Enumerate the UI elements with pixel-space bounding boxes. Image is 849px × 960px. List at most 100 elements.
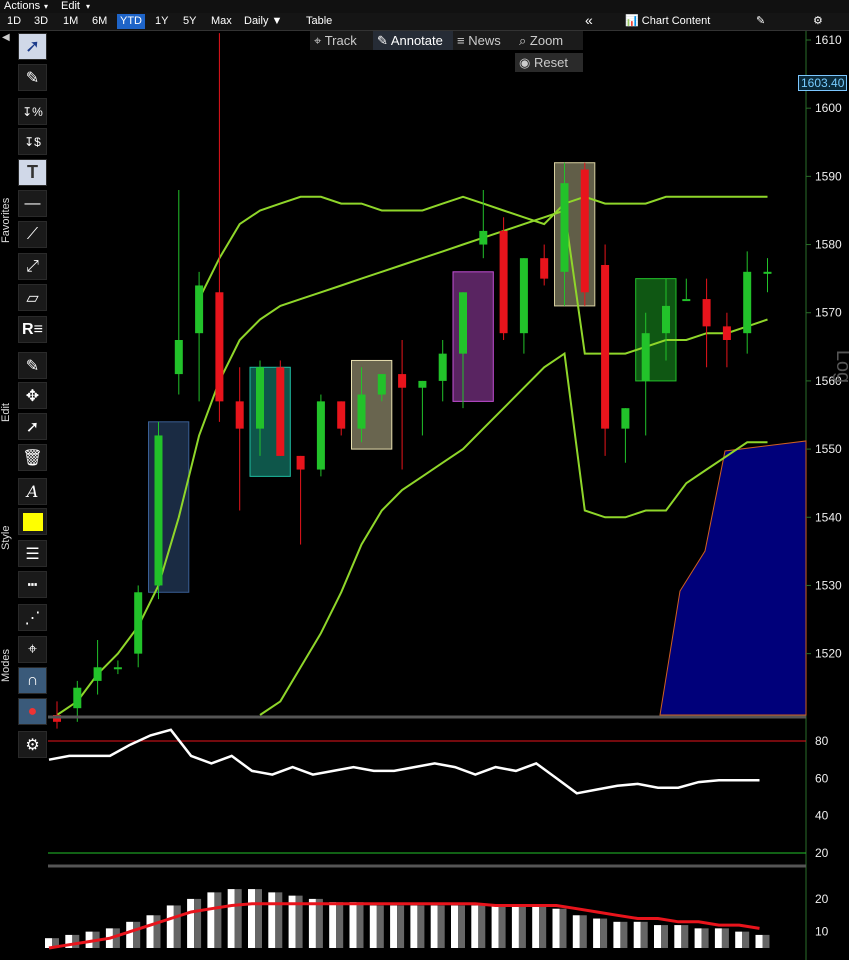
collapse-left-icon[interactable]: ◀ xyxy=(2,32,10,43)
font-tool[interactable]: A xyxy=(18,478,47,505)
range-1m[interactable]: 1M xyxy=(60,14,81,29)
pointer-tool[interactable]: ➚ xyxy=(18,33,47,60)
dotted-line-icon: ⋰ xyxy=(24,609,41,627)
reset-button[interactable]: ◉ Reset xyxy=(515,53,583,72)
rsi-tick-label: 20 xyxy=(815,846,829,860)
candle-body xyxy=(296,455,305,470)
news-button[interactable]: ≡ News xyxy=(453,31,521,50)
horizontal-line-tool[interactable]: — xyxy=(18,190,47,217)
style-section-label: Style xyxy=(0,525,12,550)
collapse-icon[interactable]: « xyxy=(582,13,596,28)
macd-bar xyxy=(613,921,621,948)
zoom-button[interactable]: ⌕ Zoom xyxy=(515,31,583,50)
move-tool[interactable]: ✥ xyxy=(18,382,47,409)
candle-body xyxy=(560,183,569,272)
settings-gear-icon[interactable]: ⚙ xyxy=(810,14,826,29)
macd-bar-shade xyxy=(194,898,202,948)
macd-bar-shade xyxy=(173,905,181,948)
color-dots-tool[interactable]: ● xyxy=(18,698,47,725)
line-style-tool[interactable]: ┅ xyxy=(18,571,47,598)
candle-body xyxy=(398,374,407,388)
candle-body xyxy=(134,592,143,654)
edit-menu[interactable]: Edit xyxy=(61,0,80,12)
macd-bar-shade xyxy=(133,921,141,948)
macd-bar-shade xyxy=(681,925,689,948)
chart-area[interactable]: 1520153015401550156015701580159016001610… xyxy=(0,31,849,960)
crosshair-mode-tool[interactable]: ⌖ xyxy=(18,636,47,663)
candle-body xyxy=(276,367,285,456)
price-tick-label: 1570 xyxy=(815,306,842,320)
macd-bar xyxy=(654,925,661,948)
macd-bar-shade xyxy=(356,902,364,948)
hline-icon: — xyxy=(24,194,41,212)
settings-tool[interactable]: ⚙ xyxy=(18,731,47,758)
candle-body xyxy=(621,408,630,429)
candle-body xyxy=(641,333,650,381)
macd-bar-shade xyxy=(336,902,344,948)
candle-body xyxy=(377,374,386,395)
period-label: Daily xyxy=(244,15,269,27)
macd-bar xyxy=(491,905,499,948)
text-tool[interactable]: T xyxy=(18,159,47,186)
channel-tool[interactable]: ▱ xyxy=(18,284,47,311)
edit-pencil-icon[interactable]: ✎ xyxy=(753,14,768,29)
candle-body xyxy=(73,687,82,709)
macd-bar xyxy=(146,915,154,948)
candle-body xyxy=(357,394,366,429)
range-3d[interactable]: 3D xyxy=(31,14,51,29)
italic-a-icon: A xyxy=(26,482,39,501)
price-tick-label: 1600 xyxy=(815,101,842,115)
candle-body xyxy=(459,292,467,354)
last-price-label: 1603.40 xyxy=(798,75,848,91)
track-button[interactable]: ⌖ Track xyxy=(310,31,379,50)
macd-bar xyxy=(126,921,134,948)
dotted-tool[interactable]: ⋰ xyxy=(18,604,47,631)
actions-menu[interactable]: Actions xyxy=(4,0,40,12)
ray-tool[interactable]: ⤢ xyxy=(18,253,47,280)
annotate-button[interactable]: ✎ Annotate xyxy=(373,31,459,50)
candle-body xyxy=(93,667,102,681)
period-select[interactable]: Daily ▼ xyxy=(241,14,285,29)
dollar-tool[interactable]: ↧$ xyxy=(18,128,47,155)
candle-body xyxy=(763,271,772,274)
chart-content-button[interactable]: 📊 Chart Content xyxy=(622,14,713,29)
chart-content-label: Chart Content xyxy=(641,15,711,27)
color-tool[interactable] xyxy=(18,508,47,535)
macd-bar-shade xyxy=(600,918,608,948)
cloud-area xyxy=(659,440,807,716)
macd-bar-shade xyxy=(742,931,750,948)
macd-bar xyxy=(410,905,418,948)
news-label: News xyxy=(468,33,501,48)
draw-tool[interactable]: ✎ xyxy=(18,64,47,91)
log-scale-label[interactable]: Log xyxy=(831,350,849,383)
caret-down-icon: ▾ xyxy=(86,2,91,11)
range-1d[interactable]: 1D xyxy=(4,14,24,29)
range-max[interactable]: Max xyxy=(208,14,235,29)
candle-body xyxy=(743,271,752,334)
delete-tool[interactable]: 🗑 xyxy=(18,444,47,471)
range-6m[interactable]: 6M xyxy=(89,14,110,29)
candle-body xyxy=(256,367,264,429)
select-tool[interactable]: ➚ xyxy=(18,413,47,440)
price-tick-label: 1530 xyxy=(815,578,842,592)
news-icon: ≡ xyxy=(457,33,465,48)
range-ytd[interactable]: YTD xyxy=(117,14,145,29)
dollar-arrow-icon: ↧$ xyxy=(24,134,41,149)
line-width-tool[interactable]: ☰ xyxy=(18,540,47,567)
range-5y[interactable]: 5Y xyxy=(180,14,199,29)
macd-bar xyxy=(714,928,722,948)
pencil-icon: ✎ xyxy=(25,357,40,375)
modes-section-label: Modes xyxy=(0,648,12,682)
rsi-tick-label: 40 xyxy=(815,809,829,823)
range-1y[interactable]: 1Y xyxy=(152,14,171,29)
magnet-tool[interactable]: ∩ xyxy=(18,667,47,694)
macd-bar-shade xyxy=(417,905,425,948)
percent-tool[interactable]: ↧% xyxy=(18,98,47,125)
regression-tool[interactable]: R≡ xyxy=(18,316,47,343)
table-button[interactable]: Table xyxy=(303,14,335,29)
color-swatch-icon xyxy=(22,512,43,531)
pen-icon: ✎ xyxy=(25,69,40,87)
trendline-tool[interactable]: ⟋ xyxy=(18,221,47,248)
edit-pen-tool[interactable]: ✎ xyxy=(18,352,47,379)
macd-bar-shade xyxy=(640,921,648,948)
